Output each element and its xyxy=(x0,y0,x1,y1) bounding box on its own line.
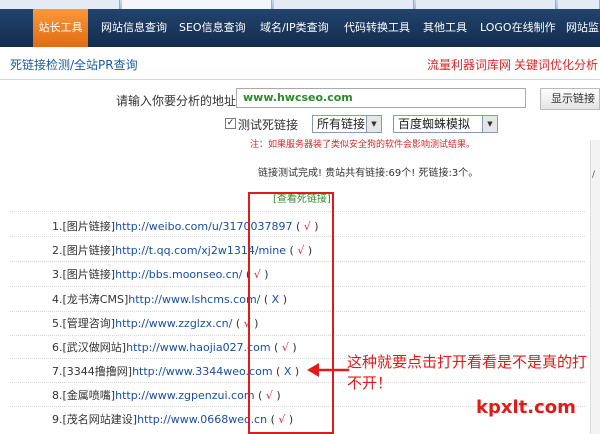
nav-item-other-tools[interactable]: 其他工具 xyxy=(423,9,467,47)
row-tag: [管理咨询] xyxy=(62,317,116,330)
main-nav: 站长工具 网站信息查询 SEO信息查询 域名/IP类查询 代码转换工具 其他工具… xyxy=(0,9,600,47)
page-title[interactable]: 死链接检测/全站PR查询 xyxy=(10,56,138,73)
promo-link-2[interactable]: 关键词优化分析 xyxy=(514,56,598,73)
row-index: 2. xyxy=(52,244,63,257)
row-url-link[interactable]: http://www.zgpenzui.com xyxy=(115,389,254,402)
nav-item-code-convert[interactable]: 代码转换工具 xyxy=(344,9,410,47)
notice-text: 注：如果服务器装了类似安全狗的软件会影响测试结果。 xyxy=(250,140,476,150)
row-index: 8. xyxy=(52,389,63,402)
row-tag: [3344撸撸网] xyxy=(62,365,133,378)
nav-item-site-monitor[interactable]: 网站监 xyxy=(566,9,599,47)
row-index: 3. xyxy=(52,268,63,281)
nav-item-site-info[interactable]: 网站信息查询 xyxy=(101,9,167,47)
test-dead-links-label: 测试死链接 xyxy=(238,118,299,132)
address-input[interactable]: www.hwcseo.com xyxy=(236,88,526,108)
row-index: 6. xyxy=(52,341,63,354)
link-row: 8.[金属喷嘴]http://www.zgpenzui.com ( √ ) xyxy=(52,389,281,402)
row-tag: [金属喷嘴] xyxy=(62,389,116,402)
browser-tab[interactable] xyxy=(274,0,414,9)
row-index: 9. xyxy=(52,413,63,426)
show-links-button[interactable]: 显示链接 xyxy=(540,88,600,110)
nav-item-domain-ip[interactable]: 域名/IP类查询 xyxy=(260,9,329,47)
chevron-down-icon: ▼ xyxy=(366,116,381,132)
browser-tab[interactable] xyxy=(416,0,556,9)
nav-item-webmaster-tools[interactable]: 站长工具 xyxy=(33,9,88,47)
result-summary: 链接测试完成! 贵站共有链接:69个! 死链接:3个。 xyxy=(258,168,479,179)
row-tag: [图片链接] xyxy=(62,220,116,233)
address-label: 请输入你要分析的地址: xyxy=(116,94,241,108)
row-url-link[interactable]: http://bbs.moonseo.cn/ xyxy=(115,268,242,281)
watermark: kpxlt.com xyxy=(476,397,576,418)
promo-link-1[interactable]: 流量利器词库网 xyxy=(427,56,511,73)
nav-item-seo-info[interactable]: SEO信息查询 xyxy=(179,9,246,47)
link-type-select[interactable]: 所有链接 ▼ xyxy=(312,115,382,133)
browser-tab-strip xyxy=(0,0,600,9)
browser-tab[interactable] xyxy=(0,0,120,9)
link-type-value: 所有链接 xyxy=(317,117,366,131)
highlight-box xyxy=(248,192,334,434)
side-panel-glyph: / xyxy=(592,170,596,180)
test-dead-links-checkbox[interactable]: ✓ xyxy=(225,118,236,129)
spider-value: 百度蜘蛛模拟 xyxy=(398,117,471,131)
sub-header: 死链接检测/全站PR查询 流量利器词库网 关键词优化分析 xyxy=(0,47,600,80)
row-tag: [茂名网站建设] xyxy=(62,413,138,426)
row-index: 4. xyxy=(52,293,63,306)
row-tag: [武汉做网站] xyxy=(62,341,127,354)
arrow-left-icon xyxy=(307,363,349,377)
row-index: 7. xyxy=(52,365,63,378)
row-tag: [图片链接] xyxy=(62,244,116,257)
link-row: 3.[图片链接]http://bbs.moonseo.cn/ ( √ ) xyxy=(52,268,269,281)
row-tag: [龙书涛CMS] xyxy=(62,293,129,306)
nav-item-logo-maker[interactable]: LOGO在线制作 xyxy=(480,9,556,47)
row-url-link[interactable]: http://www.zzglzx.cn/ xyxy=(115,317,232,330)
chevron-down-icon: ▼ xyxy=(482,116,497,132)
browser-tab-active[interactable] xyxy=(122,0,272,9)
row-tag: [图片链接] xyxy=(62,268,116,281)
link-row: 5.[管理咨询]http://www.zzglzx.cn/ ( √ ) xyxy=(52,317,259,330)
annotation-text: 这种就要点击打开看看是不是真的打不开！ xyxy=(347,353,588,392)
browser-tab[interactable] xyxy=(558,0,600,9)
row-index: 5. xyxy=(52,317,63,330)
row-url-link[interactable]: http://www.lshcms.com/ xyxy=(128,293,260,306)
row-index: 1. xyxy=(52,220,63,233)
spider-select[interactable]: 百度蜘蛛模拟 ▼ xyxy=(393,115,498,133)
